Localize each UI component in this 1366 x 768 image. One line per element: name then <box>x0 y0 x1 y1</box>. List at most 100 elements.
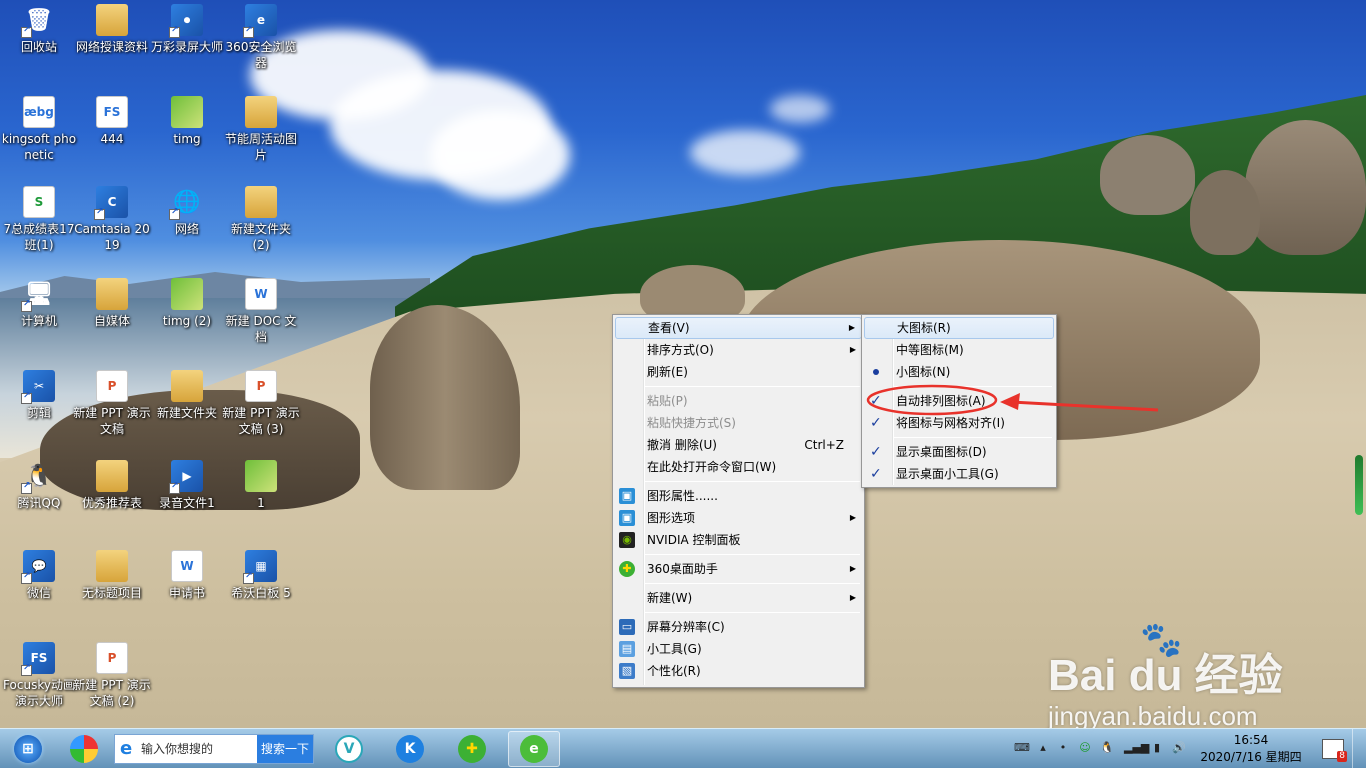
menu-item-large-icons[interactable]: 大图标(R) <box>864 317 1054 339</box>
desktop-icon-label: 优秀推荐表 <box>81 496 142 510</box>
cloud <box>430 110 570 200</box>
search-box[interactable]: e 输入你想搜的 搜索一下 <box>114 734 314 764</box>
desktop-icon[interactable]: timg (2) <box>148 278 226 329</box>
desktop-icon[interactable]: 新建文件夹 (2) <box>222 186 300 253</box>
desktop-icon[interactable]: ✂ 剪辑 <box>0 370 78 421</box>
search-input[interactable]: 输入你想搜的 <box>141 735 213 763</box>
menu-item-medium-icons[interactable]: 中等图标(M) <box>864 339 1054 361</box>
shortcut-arrow-icon <box>169 481 180 494</box>
desktop-icon[interactable]: CCamtasia 2019 <box>73 186 151 253</box>
menu-item-show-desktop-gadgets[interactable]: ✓ 显示桌面小工具(G) <box>864 463 1054 485</box>
desktop-icon[interactable]: FSFocusky动画演示大师 <box>0 642 78 709</box>
show-hidden-icons-icon[interactable]: ▴ <box>1036 741 1050 755</box>
shortcut-arrow-icon <box>169 25 180 38</box>
desktop-icon[interactable]: 无标题项目 <box>73 550 151 601</box>
taskbar-app-v[interactable]: V <box>323 731 375 767</box>
qq-tray-icon[interactable]: 🐧 <box>1100 741 1114 755</box>
taskbar-app-360-helper[interactable]: ✚ <box>446 731 498 767</box>
menu-item-graphics-properties[interactable]: ▣ 图形属性...... <box>615 485 862 507</box>
desktop-icon[interactable]: W 新建 DOC 文档 <box>222 278 300 345</box>
desktop-icon[interactable]: 🌐 网络 <box>148 186 226 237</box>
punctuation-icon[interactable]: • <box>1056 741 1070 755</box>
menu-item-view[interactable]: 查看(V) ▶ <box>615 317 862 339</box>
personalize-icon: ▧ <box>619 663 635 679</box>
menu-item-paste[interactable]: 粘贴(P) <box>615 390 862 412</box>
volume-icon[interactable]: 🔊 <box>1172 741 1186 755</box>
browser-360-icon: e <box>243 4 277 38</box>
menu-item-graphics-options[interactable]: ▣ 图形选项 ▶ <box>615 507 862 529</box>
menu-item-label: 个性化(R) <box>647 664 701 678</box>
desktop-icon[interactable]: 🖥 计算机 <box>0 278 78 329</box>
menu-item-align-to-grid[interactable]: ✓ 将图标与网格对齐(I) <box>864 412 1054 434</box>
menu-item-paste-shortcut[interactable]: 粘贴快捷方式(S) <box>615 412 862 434</box>
360-helper-icon: ✚ <box>458 735 486 763</box>
taskbar-app-360-browser[interactable]: e <box>508 731 560 767</box>
desktop-context-menu: 查看(V) ▶ 排序方式(O) ▶ 刷新(E) 粘贴(P) 粘贴快捷方式(S) 撤消… <box>612 314 865 688</box>
taskbar-app-k[interactable]: K <box>384 731 436 767</box>
menu-item-auto-arrange[interactable]: ✓ 自动排列图标(A) <box>864 390 1054 412</box>
menu-separator <box>894 386 1052 387</box>
menu-item-open-command-window[interactable]: 在此处打开命令窗口(W) <box>615 456 862 478</box>
scroll-indicator[interactable] <box>1355 455 1363 515</box>
desktop-icon[interactable]: ⏺ 万彩录屏大师 <box>148 4 226 55</box>
checkmark-icon: ✓ <box>870 393 882 409</box>
taskbar: ⊞ e 输入你想搜的 搜索一下 V K ✚ e ⌨ ▴ • ☺ 🐧 ▂▄▆ ▮ … <box>0 728 1366 768</box>
start-button[interactable]: ⊞ <box>2 731 54 767</box>
menu-item-show-desktop-icons[interactable]: ✓ 显示桌面图标(D) <box>864 441 1054 463</box>
desktop-icon[interactable]: 💬 微信 <box>0 550 78 601</box>
desktop-icon-label: 腾讯QQ <box>17 496 61 510</box>
shortcut-arrow-icon <box>169 207 180 220</box>
desktop-icon[interactable]: 网络授课资料 <box>73 4 151 55</box>
menu-item-screen-resolution[interactable]: ▭ 屏幕分辨率(C) <box>615 616 862 638</box>
menu-item-small-icons[interactable]: 小图标(N) <box>864 361 1054 383</box>
desktop-icon[interactable]: P 新建 PPT 演示文稿 <box>73 370 151 437</box>
search-button[interactable]: 搜索一下 <box>257 735 313 763</box>
desktop-icon[interactable]: W 申请书 <box>148 550 226 601</box>
keyboard-icon[interactable]: ⌨ <box>1014 741 1030 755</box>
360-tray-icon[interactable]: ☺ <box>1078 741 1092 755</box>
notification-badge: 8 <box>1337 751 1347 762</box>
shortcut-arrow-icon <box>21 25 32 38</box>
menu-item-nvidia-control-panel[interactable]: ◉ NVIDIA 控制面板 <box>615 529 862 551</box>
menu-item-refresh[interactable]: 刷新(E) <box>615 361 862 383</box>
signal-icon[interactable]: ▂▄▆ <box>1124 741 1149 755</box>
checkmark-icon: ✓ <box>870 466 882 482</box>
desktop-icon[interactable]: æbg kingsoft phonetic <box>0 96 78 163</box>
menu-item-label: 360桌面助手 <box>647 562 718 576</box>
menu-item-new[interactable]: 新建(W) ▶ <box>615 587 862 609</box>
desktop-icon[interactable]: ▶ 录音文件1 <box>148 460 226 511</box>
desktop-icon[interactable]: FS 444 <box>73 96 151 147</box>
menu-item-undo-delete[interactable]: 撤消 删除(U) Ctrl+Z <box>615 434 862 456</box>
desktop-icon[interactable]: 自媒体 <box>73 278 151 329</box>
desktop-icon[interactable]: timg <box>148 96 226 147</box>
desktop-icon[interactable]: 🗑 回收站 <box>0 4 78 55</box>
desktop-icon[interactable]: P 新建 PPT 演示文稿 (2) <box>73 642 151 709</box>
menu-item-360-desktop-helper[interactable]: ✚ 360桌面助手 ▶ <box>615 558 862 580</box>
desktop-icon[interactable]: 节能周活动图片 <box>222 96 300 163</box>
desktop-icon[interactable]: S 7总成绩表17班(1) <box>0 186 78 253</box>
system-clock[interactable]: 16:54 2020/7/16 星期四 <box>1196 732 1306 766</box>
desktop-icon[interactable]: ▦ 希沃白板 5 <box>222 550 300 601</box>
submenu-arrow-icon: ▶ <box>849 564 856 573</box>
menu-item-label: NVIDIA 控制面板 <box>647 533 741 547</box>
desktop-icon[interactable]: P 新建 PPT 演示文稿 (3) <box>222 370 300 437</box>
show-desktop-button[interactable] <box>1352 729 1366 768</box>
taskbar-app-color-wheel[interactable] <box>58 731 110 767</box>
focusky-icon: FS <box>21 642 55 676</box>
rock <box>1190 170 1260 255</box>
desktop-icon[interactable]: e360安全浏览器 <box>222 4 300 71</box>
image-file-icon <box>171 278 203 310</box>
desktop-icon[interactable]: 优秀推荐表 <box>73 460 151 511</box>
menu-item-sort[interactable]: 排序方式(O) ▶ <box>615 339 862 361</box>
menu-item-label: 大图标(R) <box>897 321 951 335</box>
menu-item-personalize[interactable]: ▧ 个性化(R) <box>615 660 862 682</box>
360-helper-icon: ✚ <box>619 561 635 577</box>
battery-icon[interactable]: ▮ <box>1150 741 1164 755</box>
desktop-icon[interactable]: 1 <box>222 460 300 511</box>
desktop-icon-label: 回收站 <box>20 40 57 54</box>
action-center-button[interactable]: 8 <box>1322 739 1347 762</box>
menu-item-gadgets[interactable]: ▤ 小工具(G) <box>615 638 862 660</box>
desktop-icon[interactable]: 🐧 腾讯QQ <box>0 460 78 511</box>
desktop-icon-label: timg <box>173 132 201 146</box>
desktop-icon[interactable]: 新建文件夹 <box>148 370 226 421</box>
